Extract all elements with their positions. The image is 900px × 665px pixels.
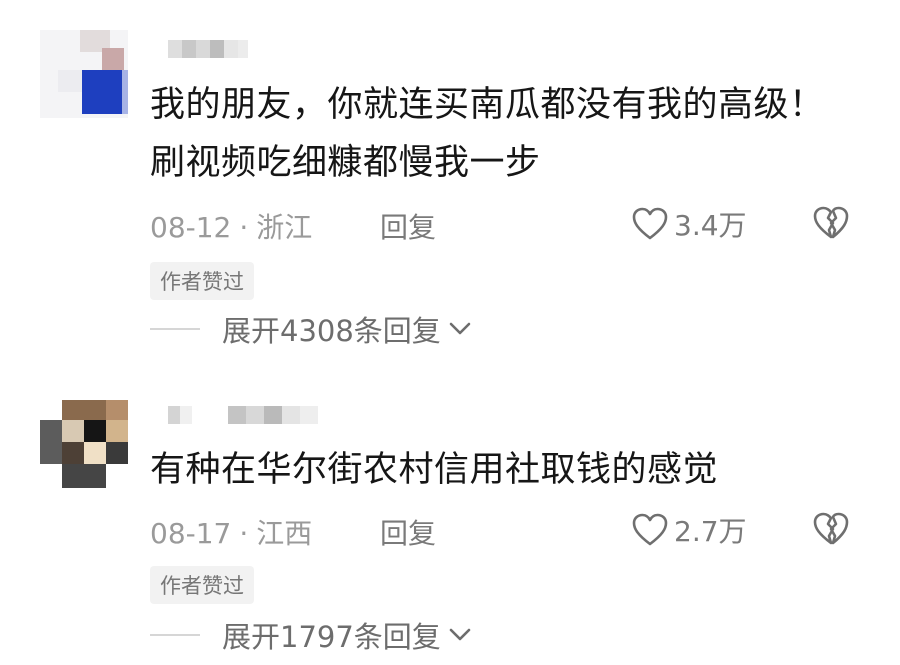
meta-separator: · xyxy=(239,517,249,550)
username-blurred[interactable] xyxy=(168,406,318,424)
expand-replies-button[interactable]: 展开1797条回复 xyxy=(150,614,471,656)
dislike-button[interactable] xyxy=(812,512,850,550)
comment-text-line: 有种在华尔街农村信用社取钱的感觉 xyxy=(150,450,719,490)
comment-date: 08-17 xyxy=(150,517,232,550)
like-button[interactable]: 2.7万 xyxy=(632,510,747,550)
heart-outline-icon xyxy=(632,513,668,546)
author-liked-badge: 作者赞过 xyxy=(150,566,254,604)
comment-meta: 08-17 · 江西 xyxy=(150,512,312,552)
like-count: 2.7万 xyxy=(674,515,747,548)
comment-item: 有种在华尔街农村信用社取钱的感觉 08-17 · 江西 回复 2.7万 作者赞过 展… xyxy=(0,0,900,654)
expand-replies-label: 展开1797条回复 xyxy=(222,620,441,654)
broken-heart-icon xyxy=(813,512,849,545)
reply-button[interactable]: 回复 xyxy=(380,512,436,552)
comment-location: 江西 xyxy=(256,517,313,550)
divider-line xyxy=(150,634,200,636)
avatar[interactable] xyxy=(40,400,128,488)
chevron-down-icon xyxy=(449,628,471,641)
